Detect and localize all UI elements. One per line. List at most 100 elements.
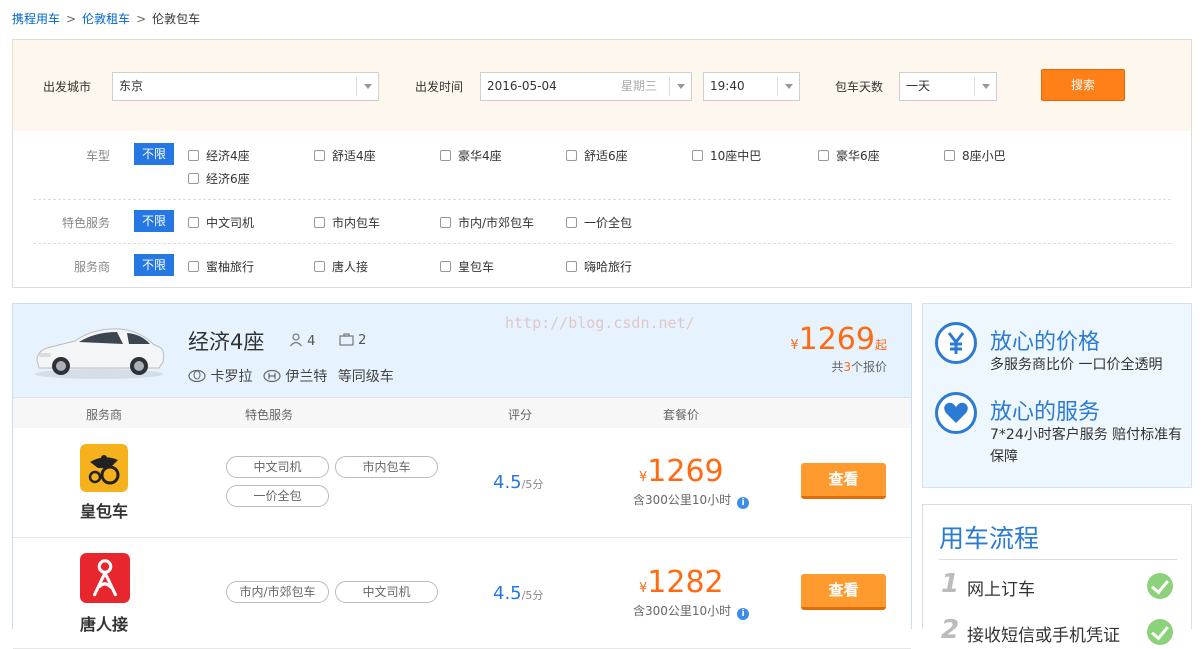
car-type-option[interactable]: 舒适6座 xyxy=(566,147,628,164)
person-icon xyxy=(290,333,302,347)
service-pill: 中文司机 xyxy=(226,456,329,478)
info-icon[interactable]: i xyxy=(737,608,750,620)
info-icon[interactable]: i xyxy=(737,497,750,509)
service-pill: 一价全包 xyxy=(226,485,329,507)
column-header-price: 套餐价 xyxy=(663,408,700,422)
table-row: 唐人接 市内/市郊包车 中文司机 4.5/5分 ¥1282 含300公里10小时… xyxy=(13,539,911,649)
from-price: ¥1269起 xyxy=(790,322,887,357)
hyundai-logo-icon xyxy=(263,369,281,383)
search-button[interactable]: 搜索 xyxy=(1041,69,1125,101)
checkbox-icon xyxy=(566,217,577,228)
service-pill: 市内/市郊包车 xyxy=(226,581,329,603)
vendor-all-tag[interactable]: 不限 xyxy=(134,254,174,276)
service-option[interactable]: 市内/市郊包车 xyxy=(440,214,534,231)
seat-capacity: 4 xyxy=(289,333,315,349)
result-card: 经济4座 4 2 卡罗拉 伊兰特 等同级车 http://blog.csdn.n… xyxy=(12,303,912,649)
column-header-score: 评分 xyxy=(508,408,533,422)
checkbox-icon xyxy=(314,261,325,272)
package-note: 含300公里10小时 i xyxy=(633,491,750,509)
city-select[interactable]: 东京 xyxy=(112,72,379,101)
car-type-option[interactable]: 10座中巴 xyxy=(692,147,761,164)
assurance-title-price: 放心的价格 xyxy=(990,330,1101,355)
toyota-logo-icon xyxy=(188,369,206,383)
days-value: 一天 xyxy=(906,79,931,93)
assurance-desc-price: 多服务商比价 一口价全透明 xyxy=(990,357,1163,373)
rating-score: 4.5/5分 xyxy=(493,583,544,604)
breadcrumb-link-london-rental[interactable]: 伦敦租车 xyxy=(82,12,130,26)
chevron-down-icon xyxy=(356,77,378,96)
checkbox-icon xyxy=(188,150,199,161)
divider xyxy=(939,559,1177,560)
time-value: 19:40 xyxy=(710,79,745,93)
luggage-icon xyxy=(339,333,354,346)
car-type-option[interactable]: 舒适4座 xyxy=(314,147,376,164)
time-select[interactable]: 19:40 xyxy=(703,72,800,101)
vendor-option[interactable]: 皇包车 xyxy=(440,258,494,275)
vendor-option[interactable]: 唐人接 xyxy=(314,258,368,275)
checkbox-icon xyxy=(188,173,199,184)
package-price: ¥1282 xyxy=(639,565,724,600)
column-header-vendor: 服务商 xyxy=(86,408,123,422)
quote-count: 共3个报价 xyxy=(831,360,887,374)
checkbox-icon xyxy=(566,261,577,272)
car-type-label: 车型 xyxy=(85,149,110,163)
breadcrumb-separator: > xyxy=(136,12,147,26)
booking-flow-panel: 用车流程 1 网上订车 2 接收短信或手机凭证 xyxy=(922,504,1192,646)
service-option[interactable]: 一价全包 xyxy=(566,214,632,231)
date-select[interactable]: 2016-05-04 星期三 xyxy=(480,72,692,101)
service-label: 特色服务 xyxy=(61,216,110,230)
service-pill: 中文司机 xyxy=(335,581,438,603)
flow-title: 用车流程 xyxy=(939,524,1040,553)
checkbox-icon xyxy=(566,150,577,161)
check-icon xyxy=(1147,619,1173,645)
service-option[interactable]: 中文司机 xyxy=(188,214,254,231)
vendor-option[interactable]: 嗨哈旅行 xyxy=(566,258,632,275)
car-type-option[interactable]: 豪华6座 xyxy=(818,147,880,164)
table-header: 服务商 特色服务 评分 套餐价 xyxy=(13,398,911,428)
step-text: 接收短信或手机凭证 xyxy=(967,626,1120,646)
car-type-option[interactable]: 经济6座 xyxy=(188,170,250,187)
checkbox-icon xyxy=(188,217,199,228)
divider xyxy=(33,199,1171,200)
checkbox-icon xyxy=(440,261,451,272)
checkbox-icon xyxy=(944,150,955,161)
yen-icon xyxy=(935,322,977,364)
car-models: 卡罗拉 伊兰特 等同级车 xyxy=(188,366,394,386)
package-price: ¥1269 xyxy=(639,454,724,489)
checkbox-icon xyxy=(314,150,325,161)
days-select[interactable]: 一天 xyxy=(899,72,997,101)
assurance-title-service: 放心的服务 xyxy=(990,400,1101,425)
checkbox-icon xyxy=(440,217,451,228)
search-panel: 出发城市 东京 出发时间 2016-05-04 星期三 19:40 包车天数 一… xyxy=(12,39,1192,131)
checkbox-icon xyxy=(440,150,451,161)
step-text: 网上订车 xyxy=(967,580,1035,600)
car-type-option[interactable]: 经济4座 xyxy=(188,147,250,164)
city-label: 出发城市 xyxy=(43,80,92,94)
view-button[interactable]: 查看 xyxy=(801,463,886,499)
huangbaoche-logo-icon xyxy=(80,444,128,492)
assurance-panel: 放心的价格 多服务商比价 一口价全透明 放心的服务 7*24小时客户服务 赔付标… xyxy=(922,303,1192,488)
tangrenjie-logo-icon xyxy=(80,553,130,603)
car-type-option[interactable]: 豪华4座 xyxy=(440,147,502,164)
breadcrumb-current: 伦敦包车 xyxy=(152,12,201,26)
assurance-desc-service: 7*24小时客户服务 赔付标准有保障 xyxy=(990,427,1183,465)
time-label: 出发时间 xyxy=(415,80,464,94)
breadcrumb-separator: > xyxy=(66,12,77,26)
car-type-option[interactable]: 8座小巴 xyxy=(944,147,1006,164)
car-type-all-tag[interactable]: 不限 xyxy=(134,143,174,165)
weekday-text: 星期三 xyxy=(620,79,657,93)
service-option[interactable]: 市内包车 xyxy=(314,214,380,231)
column-header-services: 特色服务 xyxy=(245,408,294,422)
checkbox-icon xyxy=(818,150,829,161)
watermark-text: http://blog.csdn.net/ xyxy=(505,314,695,332)
divider xyxy=(33,243,1171,244)
city-value: 东京 xyxy=(119,79,144,93)
filter-panel: 车型 不限 经济4座 舒适4座 豪华4座 舒适6座 10座中巴 豪华6座 8座小… xyxy=(12,131,1192,288)
result-header: 经济4座 4 2 卡罗拉 伊兰特 等同级车 http://blog.csdn.n… xyxy=(13,304,911,398)
vendor-name: 皇包车 xyxy=(79,502,128,521)
breadcrumb-link-ctrip-car[interactable]: 携程用车 xyxy=(12,12,60,26)
service-all-tag[interactable]: 不限 xyxy=(134,210,174,232)
checkbox-icon xyxy=(692,150,703,161)
view-button[interactable]: 查看 xyxy=(801,574,886,610)
vendor-option[interactable]: 蜜柚旅行 xyxy=(188,258,254,275)
